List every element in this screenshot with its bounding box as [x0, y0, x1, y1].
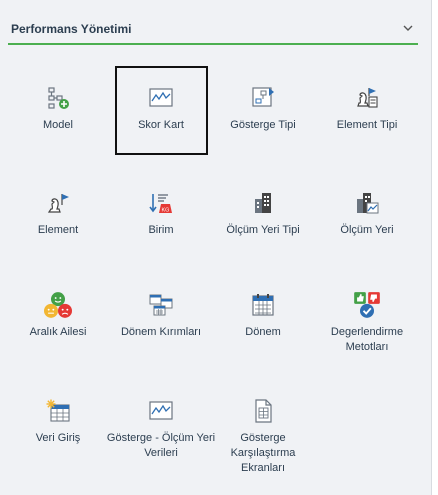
indicator-type-icon [252, 87, 274, 107]
tile-element[interactable]: Element [8, 191, 108, 238]
smiley-faces-icon [44, 292, 72, 318]
tile-label: Gösterge Karşılaştırma Ekranları [230, 432, 296, 474]
element-type-icon [357, 88, 378, 108]
tile-aralik-ailesi[interactable]: Aralık Ailesi [8, 291, 108, 340]
tile-label: Gösterge - Ölçüm Yeri Verileri [106, 432, 216, 459]
tile-element-tipi[interactable]: Element Tipi [317, 86, 417, 133]
tile-degerlendirme-metotlari[interactable]: Degerlendirme Metotları [317, 291, 417, 355]
tile-birim[interactable]: KG Birim [111, 191, 211, 238]
tile-gosterge-tipi[interactable]: Gösterge Tipi [213, 86, 313, 133]
section-header[interactable]: Performans Yönetimi [8, 12, 418, 40]
tile-donem-kirimlari[interactable]: Dönem Kırımları [111, 293, 211, 340]
tile-veri-giris[interactable]: Veri Giriş [8, 399, 108, 446]
selection-highlight [115, 66, 208, 155]
model-add-icon [48, 87, 69, 109]
tile-label: Element Tipi [336, 119, 398, 131]
thumbs-check-icon [354, 292, 380, 318]
tile-label: Gösterge Tipi [230, 119, 296, 131]
section-title: Performans Yönetimi [11, 22, 132, 36]
tile-label: Dönem Kırımları [120, 326, 202, 338]
calendar-grid-icon [149, 294, 173, 316]
right-edge-strip [432, 0, 438, 495]
tile-label: Model [43, 119, 73, 131]
tile-gosterge-karsilastirma-ekranlari[interactable]: Gösterge Karşılaştırma Ekranları [213, 399, 313, 476]
tile-label: Veri Giriş [35, 432, 81, 444]
tile-olcum-yeri-tipi[interactable]: Ölçüm Yeri Tipi [213, 191, 313, 238]
unit-kg-icon: KG [149, 194, 172, 214]
tile-label: Ölçüm Yeri Tipi [226, 224, 300, 236]
line-chart-icon [149, 401, 173, 420]
tile-model[interactable]: Model [8, 86, 108, 133]
tile-label: Ölçüm Yeri [340, 224, 394, 236]
performance-panel: Performans Yönetimi Model Skor Kart Göst… [0, 0, 432, 495]
section-underline [8, 43, 418, 45]
document-compare-icon [255, 399, 272, 423]
chevron-down-icon[interactable] [398, 18, 418, 38]
tile-label: Dönem [245, 326, 281, 338]
element-flag-icon [47, 194, 69, 213]
tile-donem[interactable]: Dönem [213, 293, 313, 340]
data-entry-table-icon [46, 399, 70, 422]
building-chart-icon [357, 193, 379, 214]
tile-gosterge-olcum-yeri-verileri[interactable]: Gösterge - Ölçüm Yeri Verileri [105, 399, 217, 461]
calendar-icon [252, 294, 274, 316]
tile-olcum-yeri[interactable]: Ölçüm Yeri [317, 191, 417, 238]
tile-label: Birim [148, 224, 174, 236]
tile-label: Aralık Ailesi [29, 326, 87, 338]
building-icon [255, 193, 271, 213]
tile-label: Degerlendirme Metotları [330, 326, 404, 353]
svg-text:KG: KG [162, 208, 170, 214]
tile-label: Element [37, 224, 79, 236]
